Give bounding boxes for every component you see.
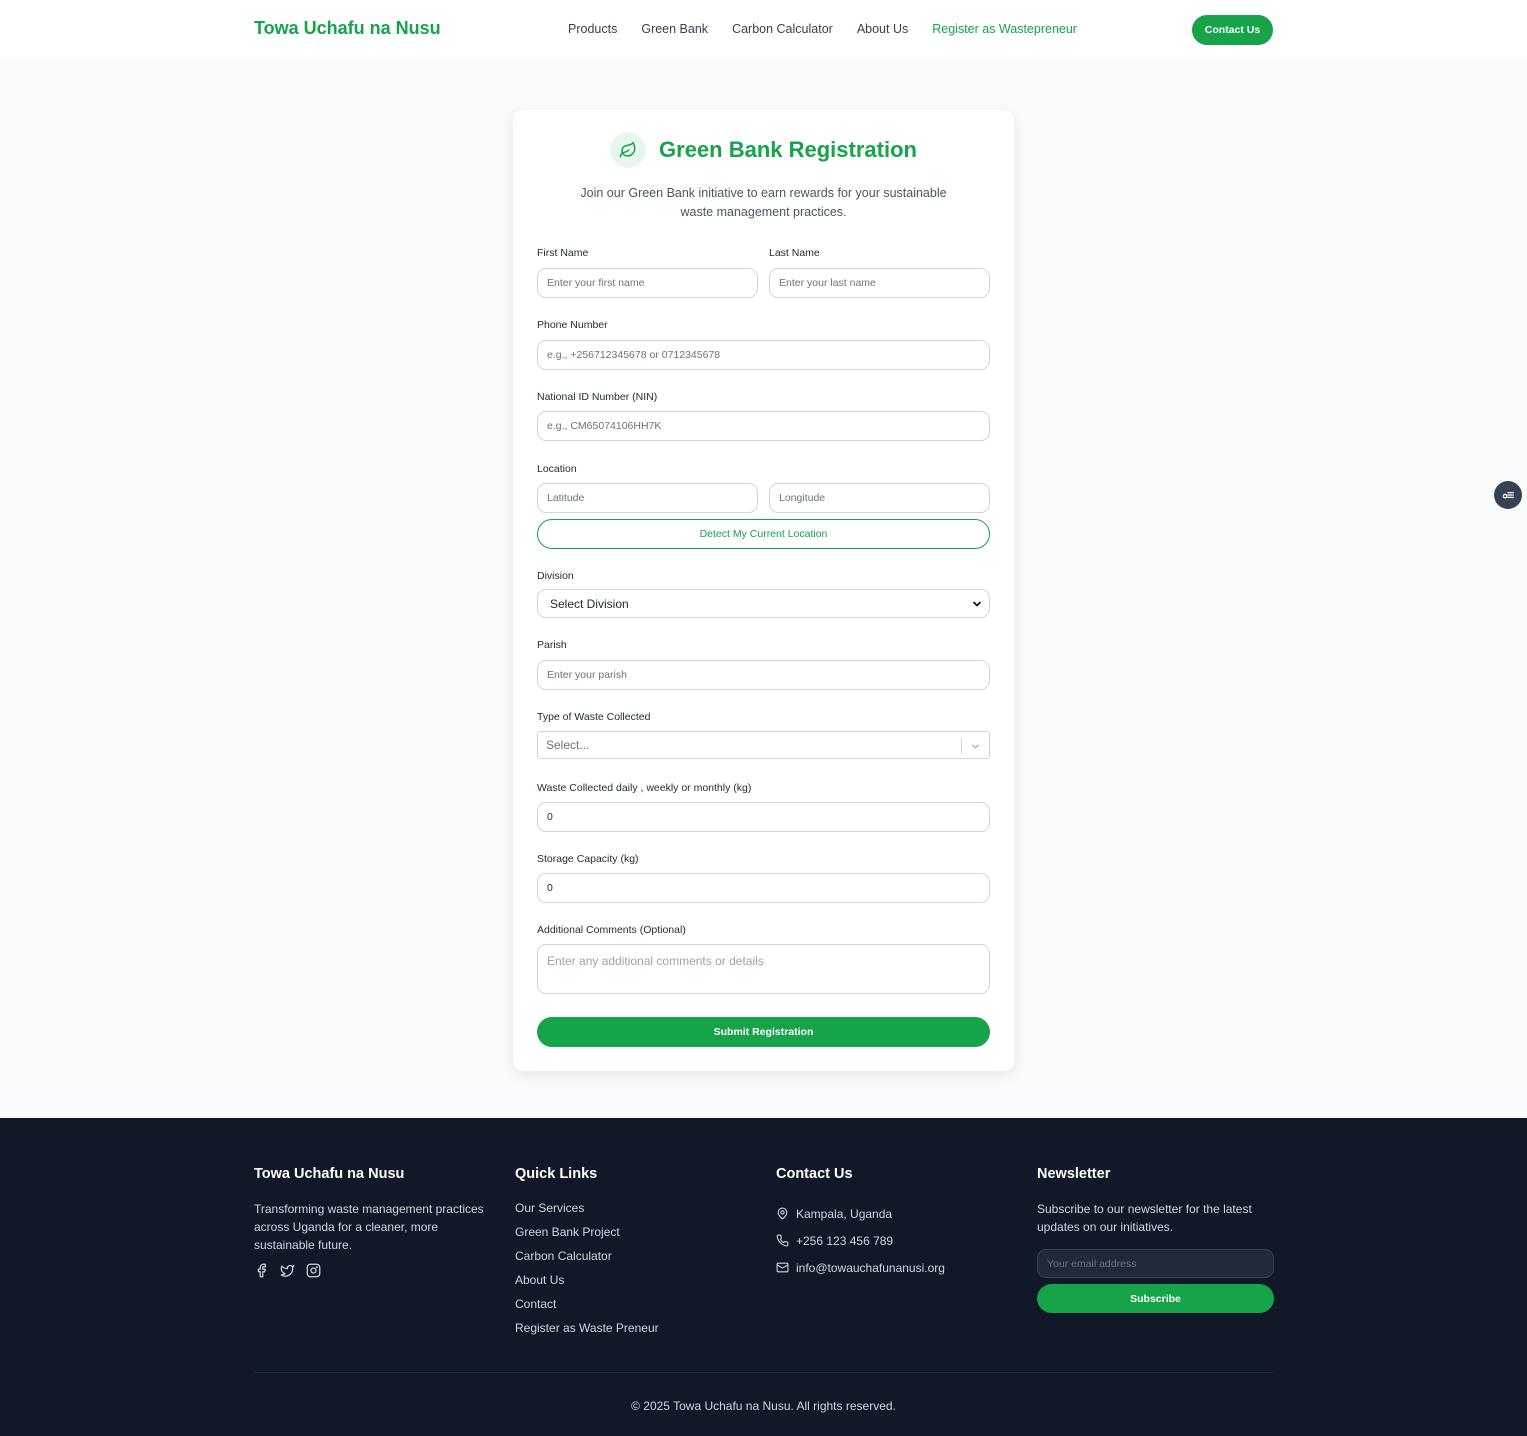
instagram-icon[interactable] xyxy=(306,1263,321,1278)
phone-input[interactable]: e.g., +256712345678 or 0712345678 xyxy=(537,340,990,370)
facebook-icon[interactable] xyxy=(254,1263,269,1278)
first-name-input[interactable]: Enter your first name xyxy=(537,268,758,298)
comments-label: Additional Comments (Optional) xyxy=(537,924,686,936)
footer-link-contact[interactable]: Contact xyxy=(515,1296,735,1320)
chevron-down-icon xyxy=(973,601,981,607)
footer-about-text: Transforming waste management practices … xyxy=(254,1202,484,1252)
contact-phone: +256 123 456 789 xyxy=(776,1227,1016,1254)
waste-collected-label: Waste Collected daily , weekly or monthl… xyxy=(537,782,752,794)
copyright-text: © 2025 Towa Uchafu na Nusu. All rights r… xyxy=(631,1399,896,1413)
nin-label: National ID Number (NIN) xyxy=(537,391,658,403)
footer-link-register-waste-preneur[interactable]: Register as Waste Preneur xyxy=(515,1320,735,1344)
submit-registration-button[interactable]: Submit Registration xyxy=(537,1017,990,1047)
longitude-input[interactable]: Longitude xyxy=(769,483,990,513)
parish-label: Parish xyxy=(537,639,567,651)
footer-quick-links: Quick Links Our Services Green Bank Proj… xyxy=(515,1166,735,1344)
contact-email-text[interactable]: info@towauchafunanusi.org xyxy=(796,1261,945,1275)
newsletter-text: Subscribe to our newsletter for the late… xyxy=(1037,1202,1252,1234)
latitude-input[interactable]: Latitude xyxy=(537,483,758,513)
mail-icon xyxy=(776,1262,789,1273)
location-label: Location xyxy=(537,463,577,475)
brand-logo[interactable]: Towa Uchafu na Nusu xyxy=(254,18,441,39)
first-name-label: First Name xyxy=(537,247,589,259)
comments-textarea[interactable]: Enter any additional comments or details xyxy=(537,944,990,994)
registration-card: Green Bank Registration Join our Green B… xyxy=(513,110,1014,1071)
footer-newsletter: Newsletter Subscribe to our newsletter f… xyxy=(1037,1166,1274,1313)
contact-us-button[interactable]: Contact Us xyxy=(1192,15,1273,45)
site-footer: Towa Uchafu na Nusu Transforming waste m… xyxy=(0,1118,1527,1436)
newsletter-email-input[interactable]: Your email address xyxy=(1037,1249,1274,1278)
nav-carbon-calculator[interactable]: Carbon Calculator xyxy=(732,22,833,36)
subscribe-button[interactable]: Subscribe xyxy=(1037,1284,1274,1313)
footer-link-carbon-calculator[interactable]: Carbon Calculator xyxy=(515,1248,735,1272)
division-label: Division xyxy=(537,570,574,582)
last-name-label: Last Name xyxy=(769,247,820,259)
contact-address-text: Kampala, Uganda xyxy=(796,1206,893,1221)
map-pin-icon xyxy=(777,1207,788,1220)
footer-divider xyxy=(254,1372,1273,1373)
footer-link-our-services[interactable]: Our Services xyxy=(515,1200,735,1224)
site-header: Towa Uchafu na Nusu Products Green Bank … xyxy=(0,0,1527,60)
detect-location-button[interactable]: Detect My Current Location xyxy=(537,519,990,549)
select-separator xyxy=(961,738,962,754)
waste-type-placeholder: Select... xyxy=(546,738,590,752)
twitter-icon[interactable] xyxy=(280,1263,295,1278)
division-select[interactable]: Select Division xyxy=(537,589,990,618)
storage-input[interactable]: 0 xyxy=(537,873,990,903)
waste-type-select[interactable]: Select... xyxy=(537,731,990,759)
nav-about-us[interactable]: About Us xyxy=(857,22,908,36)
nav-register-wastepreneur[interactable]: Register as Wastepreneur xyxy=(932,22,1077,36)
last-name-input[interactable]: Enter your last name xyxy=(769,268,990,298)
footer-link-about-us[interactable]: About Us xyxy=(515,1272,735,1296)
main-nav: Products Green Bank Carbon Calculator Ab… xyxy=(568,22,1101,36)
footer-brand: Towa Uchafu na Nusu xyxy=(254,1166,405,1182)
phone-label: Phone Number xyxy=(537,319,608,331)
parish-input[interactable]: Enter your parish xyxy=(537,660,990,690)
nav-products[interactable]: Products xyxy=(568,22,617,36)
chevron-down-icon[interactable] xyxy=(970,741,981,752)
waste-type-label: Type of Waste Collected xyxy=(537,711,651,723)
leaf-icon xyxy=(610,132,647,168)
nav-green-bank[interactable]: Green Bank xyxy=(641,22,708,36)
storage-label: Storage Capacity (kg) xyxy=(537,853,639,865)
social-links xyxy=(254,1263,494,1278)
form-subtitle: Join our Green Bank initiative to earn r… xyxy=(580,186,947,219)
form-title: Green Bank Registration xyxy=(659,137,917,162)
contact-phone-text: +256 123 456 789 xyxy=(796,1233,894,1248)
nin-input[interactable]: e.g., CM65074106HH7K xyxy=(537,411,990,441)
contact-title: Contact Us xyxy=(776,1166,853,1182)
phone-icon xyxy=(776,1234,789,1247)
division-select-value: Select Division xyxy=(550,596,629,611)
accessibility-widget-button[interactable] xyxy=(1494,481,1522,509)
contact-email: info@towauchafunanusi.org xyxy=(776,1254,1016,1281)
contact-address: Kampala, Uganda xyxy=(776,1200,1016,1227)
footer-link-green-bank-project[interactable]: Green Bank Project xyxy=(515,1224,735,1248)
footer-about: Towa Uchafu na Nusu Transforming waste m… xyxy=(254,1166,494,1278)
waste-collected-input[interactable]: 0 xyxy=(537,802,990,832)
footer-contact: Contact Us Kampala, Uganda +256 123 456 … xyxy=(776,1166,1016,1281)
sliders-icon xyxy=(1502,492,1514,499)
form-header: Green Bank Registration xyxy=(513,132,1014,168)
quick-links-title: Quick Links xyxy=(515,1166,598,1182)
newsletter-title: Newsletter xyxy=(1037,1166,1111,1182)
